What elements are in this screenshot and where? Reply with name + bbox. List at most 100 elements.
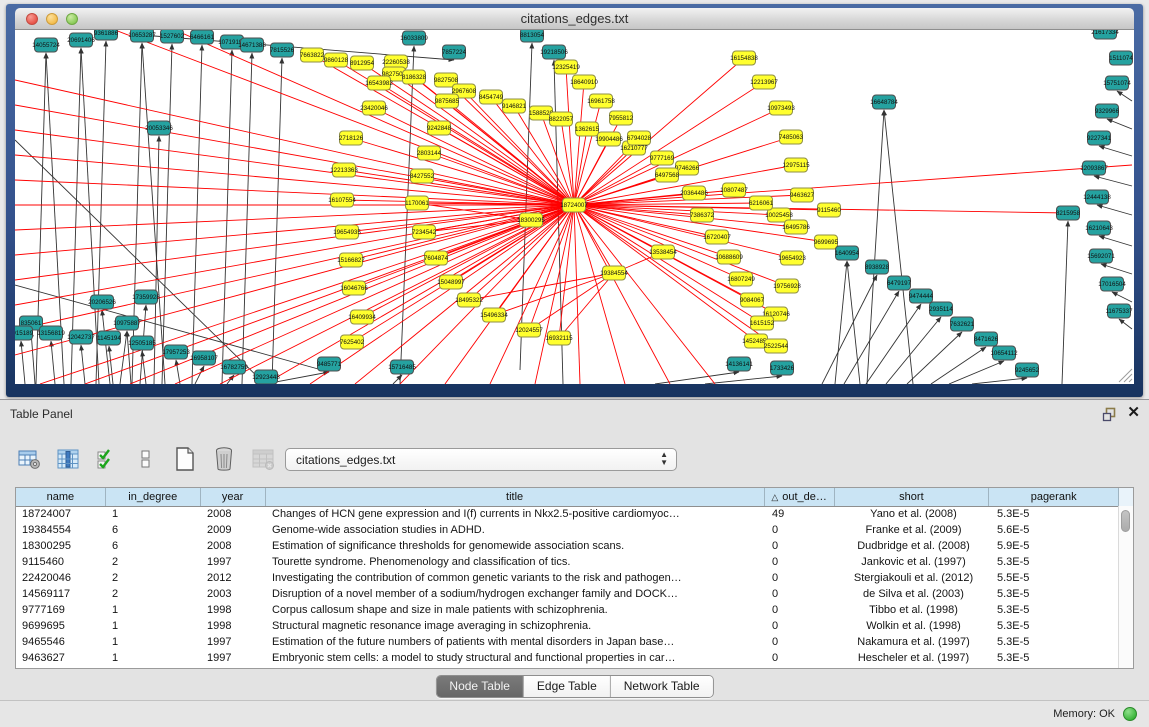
node[interactable]: 20206526 [88,295,116,309]
select-columns-icon[interactable] [94,446,120,472]
selected-node[interactable]: 1170061 [405,196,429,210]
selected-node[interactable]: 7625402 [340,335,365,349]
table-selector-dropdown[interactable]: citations_edges.txt ▲▼ [285,448,677,471]
selected-node[interactable]: 9084067 [740,293,765,307]
node[interactable]: 17957253 [162,345,190,359]
table-cell[interactable]: 0 [766,539,836,555]
table-cell[interactable]: 9115460 [16,555,106,571]
table-cell[interactable]: Tourette syndrome. Phenomenology and cla… [266,555,766,571]
table-cell[interactable]: 0 [766,635,836,651]
node[interactable]: 20691406 [67,33,95,47]
table-cell[interactable]: 1997 [201,635,266,651]
table-row[interactable]: 977716911998Corpus callosum shape and si… [16,603,1133,619]
citation-edge[interactable] [81,345,85,384]
table-cell[interactable]: Embryonic stem cells: a model to study s… [266,651,766,667]
column-header-short[interactable]: short [835,488,990,506]
node[interactable]: 15692071 [1087,249,1115,263]
table-row[interactable]: 2242004622012Investigating the contribut… [16,571,1133,587]
selected-node[interactable]: 7234542 [412,225,437,239]
table-cell[interactable]: Jankovic et al. (1997) [836,555,991,571]
table-cell[interactable]: 2 [106,587,201,603]
memory-status-icon[interactable] [1123,707,1137,721]
selected-node[interactable]: 13538454 [649,245,677,259]
node[interactable]: 8215958 [1056,206,1081,220]
selected-node[interactable]: 7386372 [690,208,715,222]
close-icon[interactable]: ✕ [1127,405,1140,421]
node[interactable]: 1527602 [160,30,185,43]
table-scrollbar[interactable] [1118,506,1133,668]
table-cell[interactable]: Investigating the contribution of common… [266,571,766,587]
table-cell[interactable]: 1998 [201,603,266,619]
selected-node[interactable]: 7663822 [300,48,325,62]
citation-edge[interactable] [1062,221,1068,384]
selected-node[interactable]: 12325419 [552,60,580,74]
node[interactable]: 17016504 [1098,277,1126,291]
selected-node[interactable]: 12975115 [782,158,810,172]
citation-edge[interactable] [192,45,202,384]
tab-network-table[interactable]: Network Table [610,676,713,697]
table-cell[interactable]: Wolkin et al. (1998) [836,619,991,635]
table-cell[interactable]: 2012 [201,571,266,587]
selected-edge[interactable] [574,108,781,205]
table-cell[interactable]: Nakamura et al. (1997) [836,635,991,651]
table-cell[interactable]: 6 [106,539,201,555]
selected-node[interactable]: 16720407 [703,230,731,244]
selected-node[interactable]: 9115460 [817,203,841,217]
table-cell[interactable]: 9463627 [16,651,106,667]
column-header-out_de[interactable]: △out_de… [765,488,835,506]
selected-node[interactable]: 9860128 [324,53,349,67]
table-cell[interactable]: 5.3E-5 [991,619,1121,635]
selected-node[interactable]: 16807249 [727,272,755,286]
citation-edge[interactable] [1097,205,1132,215]
selected-edge[interactable] [175,30,574,205]
table-row[interactable]: 1830029562008Estimation of significance … [16,539,1133,555]
table-cell[interactable]: 1998 [201,619,266,635]
selected-node[interactable]: 2522544 [764,339,789,353]
selected-edge[interactable] [574,205,792,258]
selected-edge[interactable] [15,130,574,205]
table-cell[interactable]: 2008 [201,539,266,555]
node[interactable]: 9227341 [1087,131,1112,145]
node[interactable]: 14136141 [725,357,753,371]
node[interactable]: 1145194 [97,331,121,345]
node[interactable]: 12042737 [67,330,95,344]
table-row[interactable]: 1938455462009Genome-wide association stu… [16,523,1133,539]
selected-node[interactable]: 23420046 [360,101,388,115]
node[interactable]: 11675337 [1105,304,1133,318]
node[interactable]: 12505185 [128,336,156,350]
table-cell[interactable]: 2 [106,571,201,587]
table-cell[interactable]: Estimation of significance thresholds fo… [266,539,766,555]
citation-edge[interactable] [520,43,532,370]
node[interactable]: 14671388 [238,38,266,52]
table-cell[interactable]: 5.3E-5 [991,555,1121,571]
selected-node[interactable]: 6794028 [627,131,652,145]
citation-edge[interactable] [1112,292,1132,302]
selected-node[interactable]: 8912954 [350,56,375,70]
table-cell[interactable]: 1 [106,619,201,635]
selected-node[interactable]: 19384554 [600,266,628,280]
node[interactable]: 2935114 [929,302,953,316]
table-cell[interactable]: 1 [106,651,201,667]
node[interactable]: 17359928 [132,290,160,304]
selected-node[interactable]: 7485063 [779,130,804,144]
citation-edge[interactable] [884,110,913,384]
resize-grip-icon[interactable] [1119,369,1132,382]
node[interactable]: 21617334 [1091,30,1119,39]
table-cell[interactable]: 0 [766,651,836,667]
citation-edge[interactable] [1119,319,1132,329]
table-cell[interactable]: 18724007 [16,507,106,523]
selected-edge[interactable] [561,119,574,205]
table-cell[interactable]: 1 [106,507,201,523]
table-cell[interactable]: Franke et al. (2009) [836,523,991,539]
citation-edge[interactable] [907,332,962,384]
node[interactable]: 9474444 [909,289,934,303]
node[interactable]: 10975887 [113,316,141,330]
node[interactable]: 19218506 [540,45,568,59]
table-cell[interactable]: 5.6E-5 [991,523,1121,539]
table-cell[interactable]: 6 [106,523,201,539]
selected-node[interactable]: 6497568 [655,168,680,182]
selected-node[interactable]: 9463627 [790,188,815,202]
node[interactable]: 10654112 [990,346,1018,360]
table-cell[interactable]: 0 [766,619,836,635]
selected-node[interactable]: 2718126 [339,131,364,145]
